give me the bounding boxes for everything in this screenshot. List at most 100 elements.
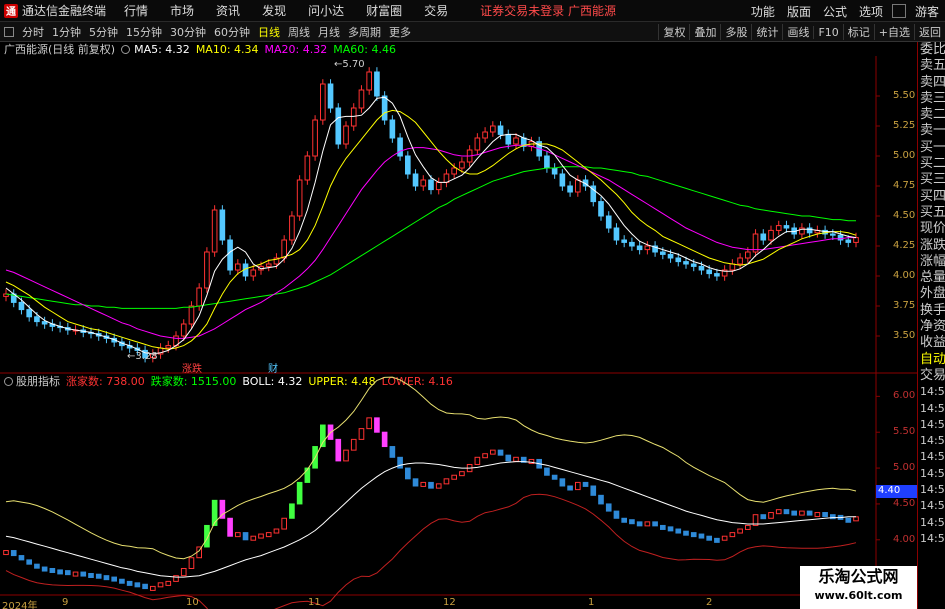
quote-panel-row[interactable]: 涨幅 <box>918 254 945 270</box>
guest-label[interactable]: 游客 <box>915 3 939 20</box>
tab-period-30m[interactable]: 30分钟 <box>166 24 210 40</box>
quote-panel-row[interactable]: 买二 <box>918 156 945 172</box>
quote-panel-row[interactable]: 14:56 <box>918 498 945 514</box>
quote-panel-row[interactable]: 14:56 <box>918 531 945 547</box>
event-marker-updown[interactable]: 涨跌 <box>182 360 202 375</box>
indicator-bar <box>72 571 79 577</box>
main-y-tick: 5.50 <box>893 90 916 101</box>
quote-panel-row[interactable]: 卖五 <box>918 58 945 74</box>
quote-panel-row[interactable]: 卖一 <box>918 123 945 139</box>
tab-period-more[interactable]: 更多 <box>385 24 415 40</box>
menu-item-wealth[interactable]: 财富圈 <box>366 2 402 19</box>
candle-body <box>598 201 604 217</box>
back-button[interactable]: 返回 <box>914 24 945 40</box>
tab-period-intraday[interactable]: 分时 <box>18 24 48 40</box>
quote-panel-row[interactable]: 交易 <box>918 368 945 384</box>
candle <box>621 235 628 248</box>
quote-panel-row[interactable]: 14:56 <box>918 401 945 417</box>
menu-item-trade[interactable]: 交易 <box>424 2 448 19</box>
quote-panel-row[interactable]: 卖二 <box>918 107 945 123</box>
quote-panel-row[interactable]: 买一 <box>918 140 945 156</box>
menu-item-formula[interactable]: 公式 <box>823 3 847 20</box>
quote-panel-row[interactable]: 14:56 <box>918 417 945 433</box>
indicator-bar <box>188 557 195 569</box>
tab-period-5m[interactable]: 5分钟 <box>85 24 122 40</box>
main-y-tick: 4.00 <box>893 270 916 281</box>
main-price-pane <box>3 67 880 363</box>
menu-bar: 通 通达信金融终端 行情 市场 资讯 发现 问小达 财富圈 交易 证券交易未登录… <box>0 0 945 22</box>
stats-button[interactable]: 统计 <box>751 24 782 40</box>
menu-item-options[interactable]: 选项 <box>859 3 883 20</box>
menu-item-ask[interactable]: 问小达 <box>308 2 344 19</box>
tab-period-60m[interactable]: 60分钟 <box>210 24 254 40</box>
candle-body <box>768 229 774 241</box>
quote-panel-row[interactable]: 委比 <box>918 42 945 58</box>
quote-panel-row[interactable]: 总量 <box>918 270 945 286</box>
quote-panel-row[interactable]: 买三 <box>918 172 945 188</box>
tab-period-1m[interactable]: 1分钟 <box>48 24 85 40</box>
quote-panel-row[interactable]: 买四 <box>918 189 945 205</box>
candle-body <box>219 209 226 241</box>
tab-period-15m[interactable]: 15分钟 <box>122 24 166 40</box>
add-watchlist-button[interactable]: +自选 <box>873 24 914 40</box>
quote-panel-row[interactable]: 卖四 <box>918 75 945 91</box>
minimize-icon[interactable] <box>891 4 906 18</box>
quote-panel-row[interactable]: 净资 <box>918 319 945 335</box>
quote-panel-row[interactable]: 14:56 <box>918 433 945 449</box>
quote-panel-row[interactable]: 买五 <box>918 205 945 221</box>
candle-body <box>783 225 790 229</box>
candle <box>296 175 303 221</box>
indicator-bar <box>428 481 434 489</box>
layout-icon[interactable] <box>4 26 14 37</box>
indicator-bar <box>613 510 620 519</box>
quote-panel-row[interactable]: 卖三 <box>918 91 945 107</box>
candle-body <box>350 107 357 127</box>
indicator-bar <box>211 499 218 526</box>
tab-period-weekly[interactable]: 周线 <box>284 24 314 40</box>
multi-stock-button[interactable]: 多股 <box>720 24 751 40</box>
indicator-bar <box>590 485 597 496</box>
overlay-button[interactable]: 叠加 <box>689 24 720 40</box>
quote-panel-row[interactable]: 自动 <box>918 352 945 368</box>
indicator-bar <box>435 483 442 489</box>
login-warning[interactable]: 证券交易未登录 广西能源 <box>480 2 616 19</box>
menu-item-function[interactable]: 功能 <box>751 3 775 20</box>
indicator-bar <box>474 456 481 465</box>
indicator-bar <box>621 517 628 523</box>
menu-item-market[interactable]: 行情 <box>124 2 148 19</box>
candle <box>381 91 388 125</box>
candle-body <box>729 263 736 271</box>
menu-item-discover[interactable]: 发现 <box>262 2 286 19</box>
quote-panel-row[interactable]: 14:56 <box>918 466 945 482</box>
quote-panel-row[interactable]: 外盘 <box>918 286 945 302</box>
indicator-bar <box>598 494 604 505</box>
tab-period-daily[interactable]: 日线 <box>254 24 284 40</box>
candle-body <box>211 209 218 253</box>
indicator-bar <box>652 521 658 527</box>
watermark-url: www.60lt.com <box>814 589 903 602</box>
quote-panel-row[interactable]: 14:56 <box>918 482 945 498</box>
quote-panel-row[interactable]: 14:56 <box>918 449 945 465</box>
menu-item-news[interactable]: 资讯 <box>216 2 240 19</box>
mark-button[interactable]: 标记 <box>842 24 874 40</box>
watermark: 乐淘公式网 www.60lt.com <box>800 566 917 609</box>
tab-period-multi[interactable]: 多周期 <box>344 24 385 40</box>
event-marker-finance[interactable]: 财 <box>268 360 278 375</box>
adjust-button[interactable]: 复权 <box>658 24 689 40</box>
draw-line-button[interactable]: 画线 <box>782 24 813 40</box>
menu-item-markets[interactable]: 市场 <box>170 2 194 19</box>
indicator-bar <box>768 512 774 519</box>
tab-period-monthly[interactable]: 月线 <box>314 24 344 40</box>
quote-panel-row[interactable]: 14:56 <box>918 515 945 531</box>
quote-panel-row[interactable]: 涨跌 <box>918 238 945 254</box>
chart-canvas[interactable] <box>0 42 917 609</box>
quote-panel-row[interactable]: 现价 <box>918 221 945 237</box>
candle <box>412 169 419 191</box>
f10-button[interactable]: F10 <box>813 25 842 39</box>
candle-body <box>196 287 202 307</box>
quote-panel-row[interactable]: 收益 <box>918 335 945 351</box>
candle <box>250 265 257 281</box>
menu-item-layout[interactable]: 版面 <box>787 3 811 20</box>
quote-panel-row[interactable]: 换手 <box>918 303 945 319</box>
quote-panel-row[interactable]: 14:56 <box>918 384 945 400</box>
